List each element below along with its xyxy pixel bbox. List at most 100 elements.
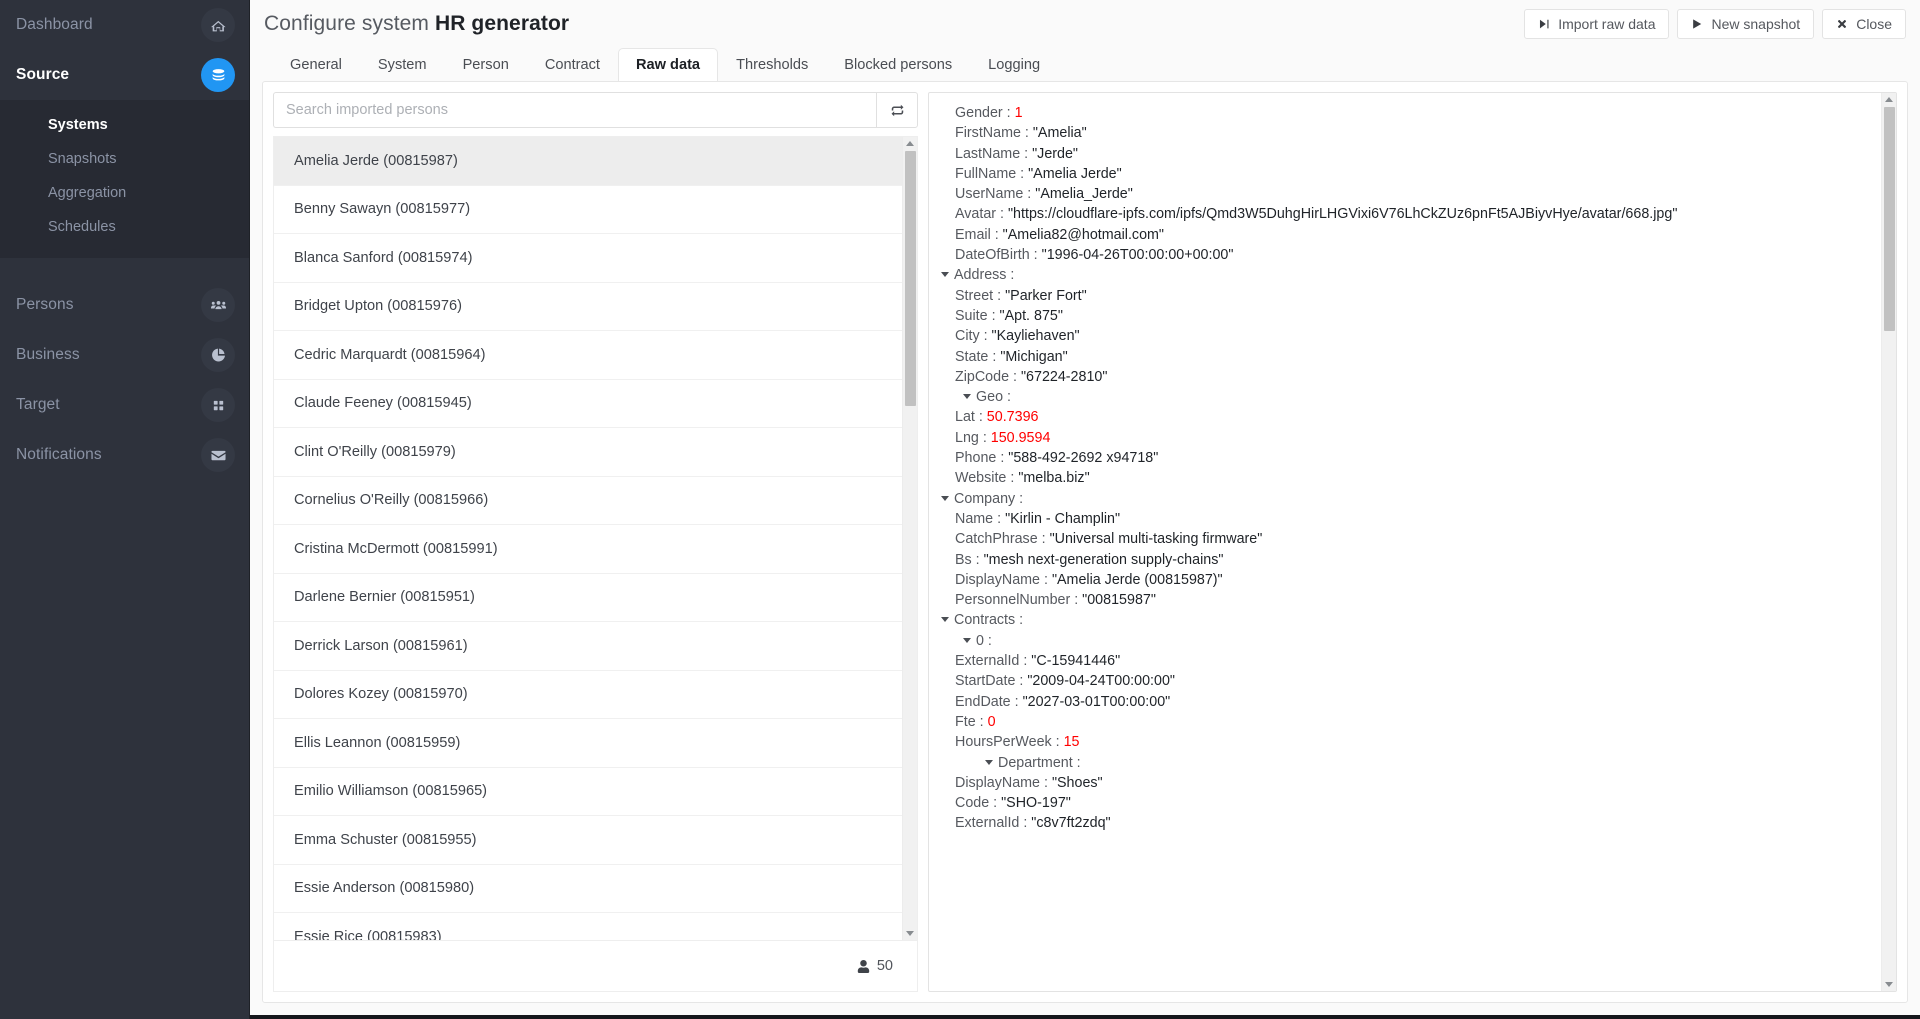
- sidebar-subitem-snapshots[interactable]: Snapshots: [0, 142, 249, 176]
- json-row[interactable]: Contracts :: [941, 610, 1881, 630]
- sidebar-item-dashboard[interactable]: Dashboard: [0, 0, 249, 50]
- page-title-prefix: Configure system: [264, 12, 429, 35]
- sidebar-item-label: Notifications: [16, 446, 102, 463]
- json-key: Department: [998, 754, 1073, 771]
- persons-list[interactable]: Amelia Jerde (00815987) Benny Sawayn (008…: [274, 137, 902, 940]
- users-icon-bubble[interactable]: [201, 288, 235, 322]
- scroll-down-arrow-icon[interactable]: [1885, 982, 1893, 987]
- json-row: Phone : "588-492-2692 x94718": [941, 448, 1881, 468]
- list-item[interactable]: Cornelius O'Reilly (00815966): [274, 476, 902, 525]
- button-label: New snapshot: [1711, 16, 1801, 32]
- sidebar-item-target[interactable]: Target‹: [0, 380, 249, 430]
- sidebar-submenu-source: Systems Snapshots Aggregation Schedules: [0, 100, 249, 258]
- close-button[interactable]: Close: [1822, 9, 1906, 39]
- raw-data-json-tree[interactable]: Gender : 1 FirstName : "Amelia" LastName :…: [929, 93, 1881, 991]
- list-item[interactable]: Cristina McDermott (00815991): [274, 525, 902, 574]
- scroll-up-arrow-icon[interactable]: [906, 141, 914, 146]
- json-value: "Amelia Jerde": [1028, 165, 1122, 182]
- sidebar-item-source[interactable]: Source⌄: [0, 50, 249, 100]
- list-item[interactable]: Amelia Jerde (00815987): [274, 137, 902, 186]
- caret-down-icon[interactable]: [941, 272, 949, 278]
- json-separator: :: [1051, 734, 1064, 751]
- import-raw-data-button[interactable]: Import raw data: [1524, 9, 1670, 39]
- search-input[interactable]: [273, 92, 876, 128]
- scrollbar-thumb[interactable]: [1884, 107, 1895, 331]
- json-value: "588-492-2692 x94718": [1008, 450, 1159, 467]
- list-item[interactable]: Dolores Kozey (00815970): [274, 670, 902, 719]
- sidebar-item-persons[interactable]: Persons: [0, 280, 249, 330]
- sidebar-item-notifications[interactable]: Notifications‹: [0, 430, 249, 480]
- tab-contract[interactable]: Contract: [527, 48, 618, 81]
- tab-system[interactable]: System: [360, 48, 445, 81]
- caret-down-icon[interactable]: [963, 637, 971, 643]
- list-item[interactable]: Derrick Larson (00815961): [274, 622, 902, 671]
- home-icon-bubble[interactable]: [201, 8, 235, 42]
- scroll-down-arrow-icon[interactable]: [906, 931, 914, 936]
- tab-blocked-persons[interactable]: Blocked persons: [826, 48, 970, 81]
- list-item[interactable]: Essie Anderson (00815980): [274, 864, 902, 913]
- list-item[interactable]: Emilio Williamson (00815965): [274, 767, 902, 816]
- json-key: Street: [955, 287, 994, 304]
- envelope-icon-bubble[interactable]: [201, 438, 235, 472]
- list-item[interactable]: Claude Feeney (00815945): [274, 379, 902, 428]
- sidebar: DashboardSource⌄SystemsSnapshotsAggregat…: [0, 0, 250, 1019]
- list-item[interactable]: Emma Schuster (00815955): [274, 816, 902, 865]
- grid-icon: [213, 400, 223, 410]
- tab-thresholds[interactable]: Thresholds: [718, 48, 826, 81]
- json-row[interactable]: 0 :: [941, 631, 1881, 651]
- list-item[interactable]: Ellis Leannon (00815959): [274, 719, 902, 768]
- new-snapshot-button[interactable]: New snapshot: [1677, 9, 1815, 39]
- json-value: "c8v7ft2zdq": [1031, 815, 1111, 832]
- refresh-icon: [891, 104, 903, 116]
- persons-list-scrollbar[interactable]: [902, 137, 917, 940]
- json-value: 1: [1014, 105, 1023, 121]
- button-label: Import raw data: [1558, 16, 1656, 32]
- list-item[interactable]: Bridget Upton (00815976): [274, 282, 902, 331]
- scroll-up-arrow-icon[interactable]: [1885, 97, 1893, 102]
- caret-down-icon[interactable]: [941, 495, 949, 501]
- caret-down-icon[interactable]: [985, 759, 993, 765]
- list-item[interactable]: Clint O'Reilly (00815979): [274, 428, 902, 477]
- json-row: PersonnelNumber : "00815987": [941, 590, 1881, 610]
- list-item[interactable]: Essie Rice (00815983): [274, 913, 902, 940]
- pie-chart-icon-bubble[interactable]: [201, 338, 235, 372]
- json-row: Email : "Amelia82@hotmail.com": [941, 225, 1881, 245]
- json-key: Gender: [955, 105, 1003, 121]
- sidebar-subitem-systems[interactable]: Systems: [0, 108, 249, 142]
- json-key: Email: [955, 226, 991, 243]
- database-icon-bubble[interactable]: [201, 58, 235, 92]
- raw-data-scrollbar[interactable]: [1881, 93, 1896, 991]
- json-key: Name: [955, 510, 994, 527]
- page-title-name: HR generator: [434, 12, 570, 35]
- list-item[interactable]: Blanca Sanford (00815974): [274, 234, 902, 283]
- json-key: UserName: [955, 186, 1024, 203]
- list-item[interactable]: Benny Sawayn (00815977): [274, 185, 902, 234]
- tab-general[interactable]: General: [272, 48, 360, 81]
- refresh-button[interactable]: [876, 92, 918, 128]
- json-row: HoursPerWeek : 15: [941, 732, 1881, 752]
- json-key: State: [955, 348, 989, 365]
- json-separator: :: [1016, 165, 1029, 182]
- sidebar-subitem-aggregation[interactable]: Aggregation: [0, 176, 249, 210]
- tab-raw-data[interactable]: Raw data: [617, 48, 719, 81]
- list-item[interactable]: Cedric Marquardt (00815964): [274, 331, 902, 380]
- json-row[interactable]: Department :: [941, 753, 1881, 773]
- tab-person[interactable]: Person: [445, 48, 527, 81]
- persons-list-container: Amelia Jerde (00815987) Benny Sawayn (008…: [273, 136, 918, 940]
- sidebar-subitem-schedules[interactable]: Schedules: [0, 210, 249, 244]
- json-separator: :: [987, 307, 1000, 324]
- grid-icon-bubble[interactable]: [201, 388, 235, 422]
- json-row[interactable]: Address :: [941, 265, 1881, 285]
- json-separator: :: [1009, 368, 1021, 385]
- caret-down-icon[interactable]: [941, 617, 949, 623]
- list-item[interactable]: Darlene Bernier (00815951): [274, 573, 902, 622]
- json-key: Lat: [955, 409, 975, 426]
- close-icon: [1838, 19, 1847, 29]
- json-row[interactable]: Geo :: [941, 387, 1881, 407]
- tab-logging[interactable]: Logging: [970, 48, 1058, 81]
- json-row[interactable]: Company :: [941, 489, 1881, 509]
- sidebar-item-business[interactable]: Business‹: [0, 330, 249, 380]
- caret-down-icon[interactable]: [963, 394, 971, 400]
- json-value: "mesh next-generation supply-chains": [983, 551, 1224, 568]
- scrollbar-thumb[interactable]: [905, 151, 916, 406]
